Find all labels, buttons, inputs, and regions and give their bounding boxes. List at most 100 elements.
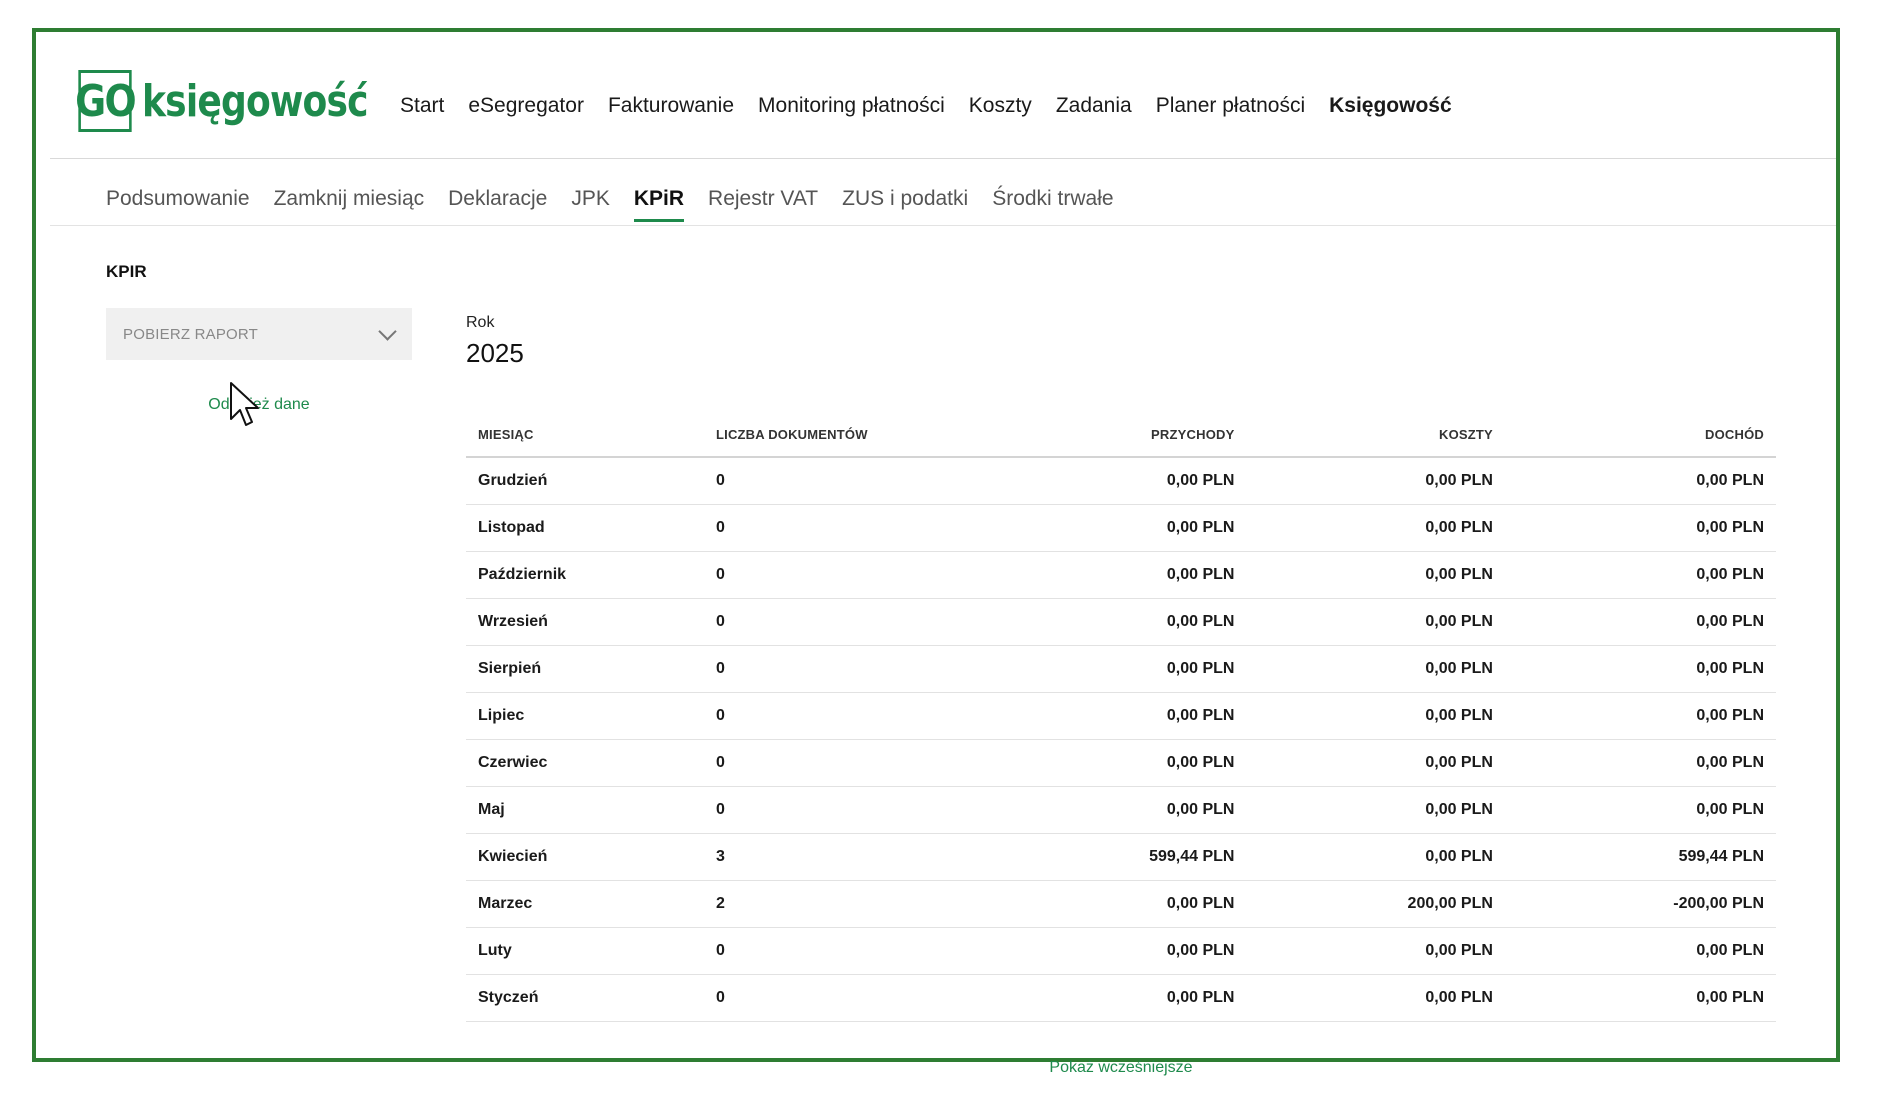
main-nav-start[interactable]: Start	[400, 94, 444, 118]
column-header-month: MIESIĄC	[466, 412, 704, 458]
cell-month: Marzec	[466, 880, 704, 928]
app-window: GO księgowość Start eSegregator Fakturow…	[32, 28, 1840, 1076]
main-nav-zadania[interactable]: Zadania	[1056, 94, 1132, 118]
cell-costs: 0,00 PLN	[1246, 739, 1505, 787]
cell-revenue: 0,00 PLN	[988, 786, 1247, 834]
column-header-documents: LICZBA DOKUMENTÓW	[704, 412, 988, 458]
cell-costs: 0,00 PLN	[1246, 833, 1505, 881]
cell-documents: 0	[704, 692, 988, 740]
table-row: Czerwiec 0 0,00 PLN 0,00 PLN 0,00 PLN	[466, 739, 1776, 787]
cell-revenue: 0,00 PLN	[988, 739, 1247, 787]
cell-month: Czerwiec	[466, 739, 704, 787]
cell-income: 0,00 PLN	[1504, 927, 1776, 975]
cell-costs: 0,00 PLN	[1246, 692, 1505, 740]
cell-month: Styczeń	[466, 974, 704, 1022]
cell-revenue: 599,44 PLN	[988, 833, 1247, 881]
cell-month: Maj	[466, 786, 704, 834]
main-nav-planer[interactable]: Planer płatności	[1156, 94, 1305, 118]
table-header-row: MIESIĄC LICZBA DOKUMENTÓW PRZYCHODY KOSZ…	[466, 412, 1776, 458]
tab-zamknij-miesiac[interactable]: Zamknij miesiąc	[274, 187, 425, 221]
year-value: 2025	[466, 338, 524, 368]
cell-costs: 0,00 PLN	[1246, 645, 1505, 693]
logo-mark: GO	[75, 70, 137, 132]
main-nav-koszty[interactable]: Koszty	[969, 94, 1032, 118]
cell-income: -200,00 PLN	[1504, 880, 1776, 928]
download-report-dropdown[interactable]: POBIERZ RAPORT	[106, 308, 412, 360]
table-row: Październik 0 0,00 PLN 0,00 PLN 0,00 PLN	[466, 551, 1776, 599]
main-navigation: Start eSegregator Fakturowanie Monitorin…	[400, 94, 1476, 118]
column-header-income: DOCHÓD	[1504, 412, 1776, 458]
download-report-label: POBIERZ RAPORT	[123, 325, 259, 343]
cell-income: 0,00 PLN	[1504, 504, 1776, 552]
cell-income: 0,00 PLN	[1504, 786, 1776, 834]
header-divider	[50, 158, 1836, 159]
kpir-table: MIESIĄC LICZBA DOKUMENTÓW PRZYCHODY KOSZ…	[466, 412, 1776, 1022]
table-row: Grudzień 0 0,00 PLN 0,00 PLN 0,00 PLN	[466, 457, 1776, 505]
cell-revenue: 0,00 PLN	[988, 880, 1247, 928]
cell-income: 0,00 PLN	[1504, 645, 1776, 693]
subnav-divider	[50, 225, 1836, 226]
table-row: Kwiecień 3 599,44 PLN 0,00 PLN 599,44 PLN	[466, 833, 1776, 881]
tab-podsumowanie[interactable]: Podsumowanie	[106, 187, 250, 221]
cell-costs: 0,00 PLN	[1246, 974, 1505, 1022]
cell-costs: 0,00 PLN	[1246, 504, 1505, 552]
cell-documents: 0	[704, 974, 988, 1022]
table-row: Lipiec 0 0,00 PLN 0,00 PLN 0,00 PLN	[466, 692, 1776, 740]
table-row: Marzec 2 0,00 PLN 200,00 PLN -200,00 PLN	[466, 880, 1776, 928]
app-logo[interactable]: GO księgowość	[74, 70, 417, 132]
cell-costs: 0,00 PLN	[1246, 551, 1505, 599]
cell-documents: 0	[704, 551, 988, 599]
cell-income: 0,00 PLN	[1504, 551, 1776, 599]
cell-documents: 0	[704, 457, 988, 505]
main-nav-ksiegowosc[interactable]: Księgowość	[1329, 94, 1452, 118]
cell-month: Kwiecień	[466, 833, 704, 881]
tab-zus-i-podatki[interactable]: ZUS i podatki	[842, 187, 968, 221]
cell-income: 0,00 PLN	[1504, 739, 1776, 787]
table-row: Sierpień 0 0,00 PLN 0,00 PLN 0,00 PLN	[466, 645, 1776, 693]
cell-revenue: 0,00 PLN	[988, 645, 1247, 693]
tab-rejestr-vat[interactable]: Rejestr VAT	[708, 187, 818, 221]
cell-income: 0,00 PLN	[1504, 974, 1776, 1022]
cell-costs: 200,00 PLN	[1246, 880, 1505, 928]
cell-month: Grudzień	[466, 457, 704, 505]
table-row: Listopad 0 0,00 PLN 0,00 PLN 0,00 PLN	[466, 504, 1776, 552]
tab-kpir[interactable]: KPiR	[633, 187, 685, 222]
year-label: Rok	[466, 314, 495, 331]
column-header-costs: KOSZTY	[1246, 412, 1505, 458]
show-earlier-link[interactable]: Pokaż wcześniejsze	[466, 1059, 1776, 1077]
cell-costs: 0,00 PLN	[1246, 598, 1505, 646]
table-row: Wrzesień 0 0,00 PLN 0,00 PLN 0,00 PLN	[466, 598, 1776, 646]
cell-income: 0,00 PLN	[1504, 457, 1776, 505]
cell-month: Luty	[466, 927, 704, 975]
cell-costs: 0,00 PLN	[1246, 457, 1505, 505]
cell-month: Lipiec	[466, 692, 704, 740]
cell-documents: 0	[704, 786, 988, 834]
cell-costs: 0,00 PLN	[1246, 786, 1505, 834]
cell-costs: 0,00 PLN	[1246, 927, 1505, 975]
tab-deklaracje[interactable]: Deklaracje	[448, 187, 547, 221]
cell-revenue: 0,00 PLN	[988, 598, 1247, 646]
cell-month: Sierpień	[466, 645, 704, 693]
main-nav-esegregator[interactable]: eSegregator	[468, 94, 584, 118]
main-nav-fakturowanie[interactable]: Fakturowanie	[608, 94, 734, 118]
logo-text: księgowość	[142, 75, 369, 127]
cell-documents: 3	[704, 833, 988, 881]
cell-income: 599,44 PLN	[1504, 833, 1776, 881]
tab-srodki-trwale[interactable]: Środki trwałe	[992, 187, 1113, 221]
cell-documents: 0	[704, 504, 988, 552]
cell-revenue: 0,00 PLN	[988, 927, 1247, 975]
main-nav-monitoring[interactable]: Monitoring płatności	[758, 94, 945, 118]
chevron-down-icon	[378, 321, 397, 341]
column-header-revenue: PRZYCHODY	[988, 412, 1247, 458]
cell-revenue: 0,00 PLN	[988, 504, 1247, 552]
sub-navigation: Podsumowanie Zamknij miesiąc Deklaracje …	[106, 187, 1138, 222]
cell-income: 0,00 PLN	[1504, 692, 1776, 740]
table-row: Maj 0 0,00 PLN 0,00 PLN 0,00 PLN	[466, 786, 1776, 834]
tab-jpk[interactable]: JPK	[571, 187, 610, 221]
cell-documents: 0	[704, 645, 988, 693]
kpir-table-body: Grudzień 0 0,00 PLN 0,00 PLN 0,00 PLN Listopa…	[466, 457, 1776, 1022]
cell-month: Październik	[466, 551, 704, 599]
cell-month: Listopad	[466, 504, 704, 552]
cell-revenue: 0,00 PLN	[988, 974, 1247, 1022]
cell-documents: 2	[704, 880, 988, 928]
